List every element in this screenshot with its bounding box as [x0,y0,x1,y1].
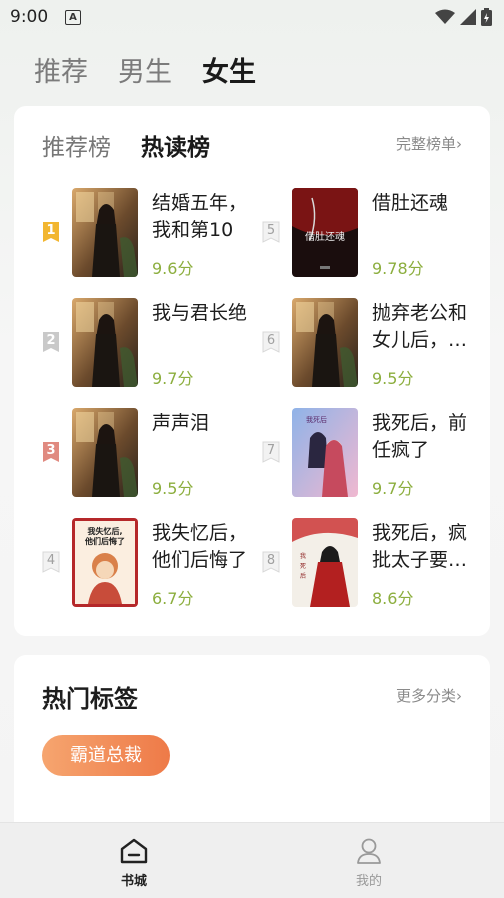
rank-number: 2 [46,333,56,348]
svg-text:我: 我 [300,552,306,560]
rank-number: 4 [46,553,56,568]
full-ranking-link[interactable]: 完整榜单› [396,133,462,154]
tag-pill[interactable]: 霸道总裁 [42,735,170,776]
ranking-card: 推荐榜 热读榜 完整榜单› 1 结婚五年，我和第100… 9.6分 2 我与君长绝 9.7… [14,106,490,636]
book-cover[interactable] [72,408,138,497]
book-score: 9.7分 [372,479,414,498]
book-score: 6.7分 [152,589,194,608]
book-item[interactable]: 6 抛弃老公和女儿后，… 9.5分 [262,298,482,388]
book-title[interactable]: 借肚还魂 [372,190,482,217]
a-icon: A [65,10,81,25]
book-item[interactable]: 4 我失忆后, 他们后悔了 我失忆后，他们后悔了 6.7分 [42,518,262,608]
home-icon [120,838,148,864]
nav-bookstore-label: 书城 [120,874,147,889]
book-cover[interactable] [72,298,138,387]
book-cover[interactable] [292,298,358,387]
rank-number: 6 [266,333,276,348]
svg-text:死: 死 [300,563,306,570]
system-icons [435,8,492,26]
book-score: 9.78分 [372,259,424,278]
svg-text:我失忆后,: 我失忆后, [87,526,122,536]
nav-mine[interactable]: 我的 [339,837,399,889]
rank-number: 1 [46,223,56,238]
book-score: 9.6分 [152,259,194,278]
status-time: 9:00 [10,7,49,27]
chevron-right-icon: › [456,687,462,705]
hot-tags-title: 热门标签 [42,685,138,713]
bottom-nav: 书城 我的 [0,822,504,898]
book-title[interactable]: 我与君长绝 [152,300,262,327]
book-cover[interactable]: 我死后 [292,518,358,607]
book-cover[interactable]: 我失忆后, 他们后悔了 [72,518,138,607]
rank-badge: 8 [262,551,280,573]
person-icon [357,838,381,864]
more-categories-link[interactable]: 更多分类› [396,685,462,706]
book-item[interactable]: 8 我死后我死后，疯批太子要… 8.6分 [262,518,482,608]
book-score: 9.7分 [152,369,194,388]
book-score: 9.5分 [372,369,414,388]
book-item[interactable]: 2 我与君长绝 9.7分 [42,298,262,388]
book-item[interactable]: 1 结婚五年，我和第100… 9.6分 [42,188,262,278]
book-cover[interactable]: 借肚还魂 [292,188,358,277]
ranking-tabs: 推荐榜 热读榜 [42,128,210,162]
full-ranking-label: 完整榜单 [395,135,456,153]
signal-icon [460,9,476,25]
svg-text:他们后悔了: 他们后悔了 [84,536,125,546]
book-item[interactable]: 5 借肚还魂 借肚还魂 9.78分 [262,188,482,278]
book-title[interactable]: 我死后，前任疯了 [372,410,482,464]
svg-text:后: 后 [300,572,306,580]
book-score: 9.5分 [152,479,194,498]
svg-text:借肚还魂: 借肚还魂 [305,230,345,243]
rank-badge: 5 [262,221,280,243]
rank-badge: 4 [42,551,60,573]
rank-number: 8 [266,553,276,568]
book-cover[interactable] [72,188,138,277]
book-item[interactable]: 3 声声泪 9.5分 [42,408,262,498]
rank-badge: 7 [262,441,280,463]
nav-mine-label: 我的 [355,874,382,889]
rank-badge: 3 [42,441,60,463]
book-score: 8.6分 [372,589,414,608]
rank-badge: 6 [262,331,280,353]
book-title[interactable]: 我死后，疯批太子要… [372,520,482,574]
tab-recommend-rank[interactable]: 推荐榜 [42,128,111,162]
chevron-right-icon: › [456,135,462,153]
top-tabs: 推荐 男生 女生 [34,50,256,89]
rank-badge: 2 [42,331,60,353]
rank-number: 3 [46,443,56,458]
tab-male[interactable]: 男生 [118,50,172,89]
rank-number: 7 [266,443,276,458]
battery-icon [481,8,492,26]
book-title[interactable]: 我失忆后，他们后悔了 [152,520,262,574]
tab-recommend[interactable]: 推荐 [34,50,88,89]
wifi-icon [435,9,455,24]
book-title[interactable]: 抛弃老公和女儿后，… [372,300,482,354]
book-title[interactable]: 声声泪 [152,410,262,437]
tab-female[interactable]: 女生 [202,50,256,89]
book-item[interactable]: 7 我死后 我死后，前任疯了 9.7分 [262,408,482,498]
tab-hot-read-rank[interactable]: 热读榜 [141,128,210,162]
rank-number: 5 [266,223,276,238]
status-bar: 9:00 A [0,0,504,34]
book-title[interactable]: 结婚五年，我和第100… [152,190,262,244]
hot-tags-card: 热门标签 更多分类› 霸道总裁 [14,655,490,845]
more-categories-label: 更多分类 [395,687,456,705]
nav-bookstore[interactable]: 书城 [104,837,164,889]
svg-text:我死后: 我死后 [306,415,327,424]
rank-badge: 1 [42,221,60,243]
book-cover[interactable]: 我死后 [292,408,358,497]
